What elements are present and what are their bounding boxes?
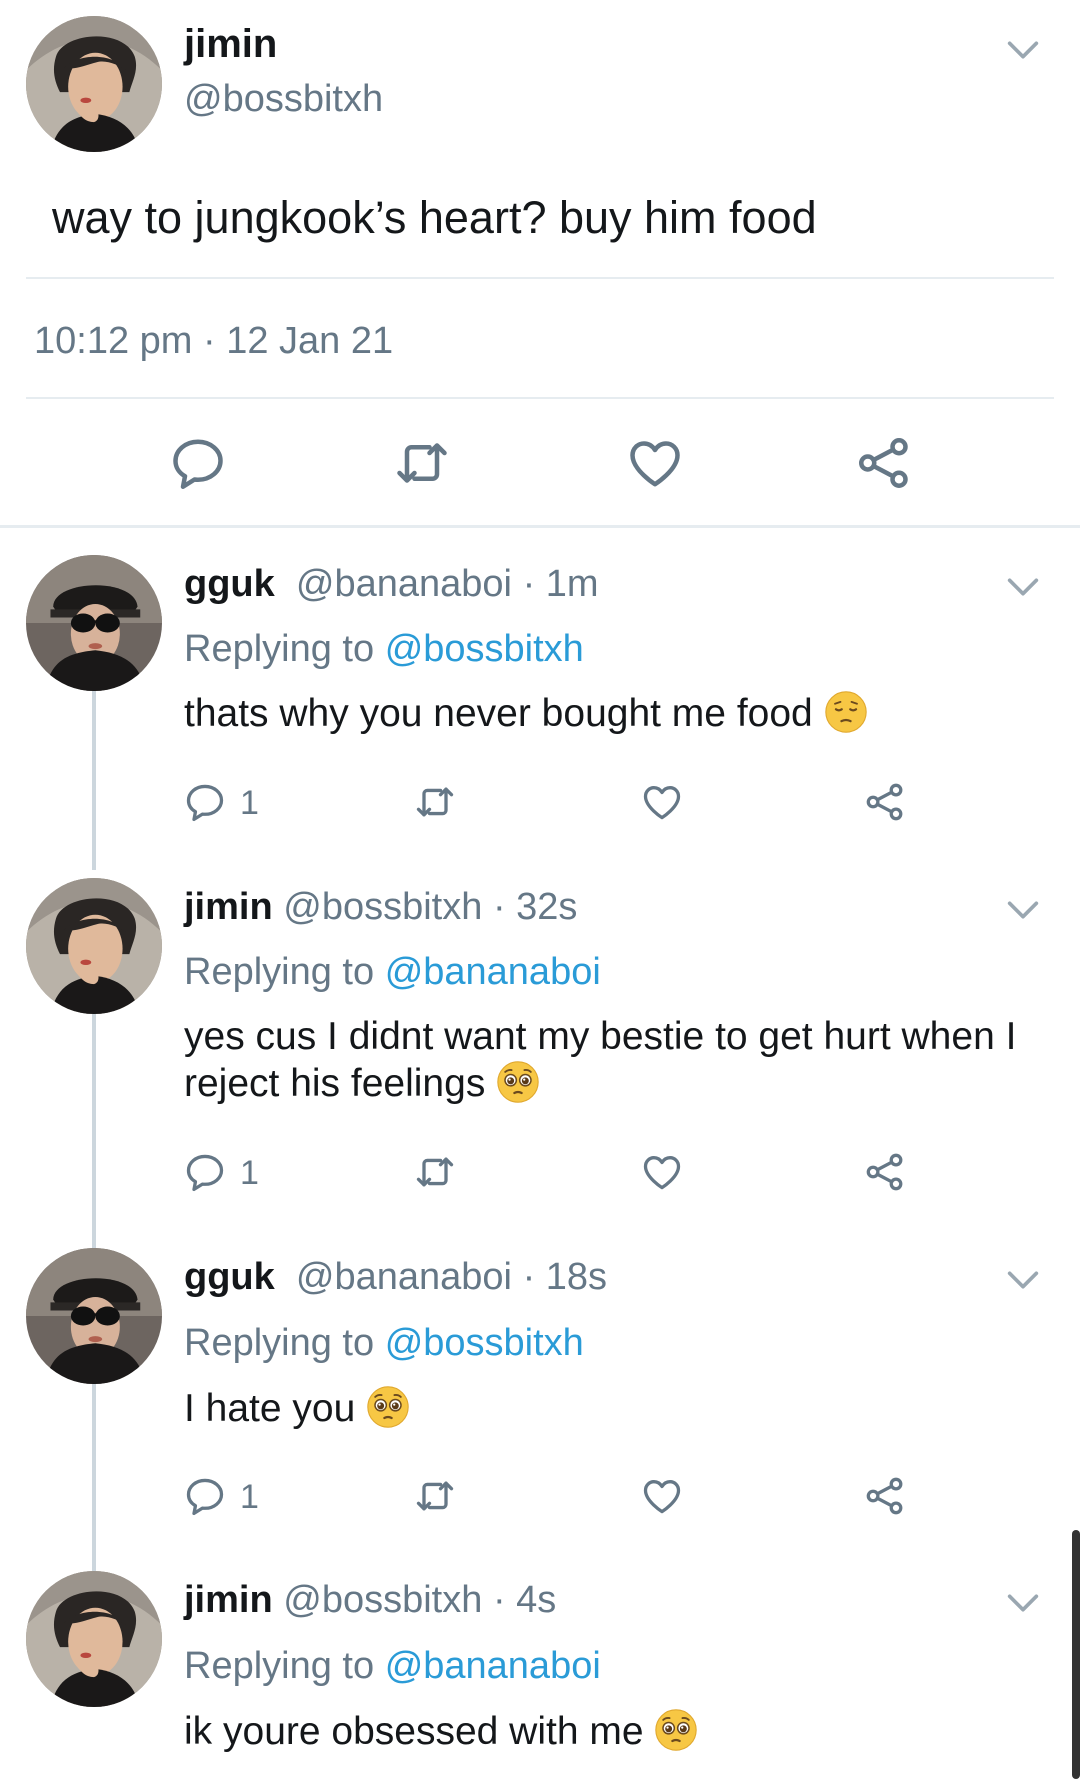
replying-prefix: Replying to <box>184 951 375 993</box>
avatar-photo-icon <box>26 1571 162 1707</box>
main-tweet-author-handle[interactable]: @bossbitxh <box>184 78 383 121</box>
section-divider <box>0 525 1080 528</box>
like-icon[interactable] <box>640 1150 684 1194</box>
reply-icon[interactable] <box>183 1474 227 1518</box>
replying-mention[interactable]: @bananaboi <box>385 1645 601 1687</box>
retweet-icon[interactable] <box>392 433 452 493</box>
chevron-down-icon[interactable] <box>1003 30 1043 70</box>
divider <box>26 277 1054 279</box>
main-tweet-text: way to jungkook’s heart? buy him food <box>52 192 817 243</box>
replying-to: Replying to @bossbitxh <box>184 1322 584 1365</box>
replying-prefix: Replying to <box>184 628 375 670</box>
reply-avatar[interactable] <box>26 1248 162 1384</box>
retweet-icon[interactable] <box>413 1474 457 1518</box>
thread-line <box>92 1013 96 1253</box>
reply-author-handle[interactable]: @bossbitxh <box>283 1579 482 1621</box>
avatar-photo-icon <box>26 1248 162 1384</box>
reply-text-body: thats why you never bought me food <box>184 692 813 735</box>
retweet-icon[interactable] <box>413 780 457 824</box>
like-icon[interactable] <box>625 433 685 493</box>
replying-to: Replying to @bossbitxh <box>184 628 584 671</box>
like-icon[interactable] <box>640 780 684 824</box>
pleading-face-emoji-icon <box>366 1385 410 1429</box>
replying-to: Replying to @bananaboi <box>184 1645 601 1688</box>
reply-header: gguk @bananaboi · 18s <box>184 1256 607 1299</box>
share-icon[interactable] <box>863 1474 907 1518</box>
chevron-down-icon[interactable] <box>1003 1583 1043 1623</box>
reply-icon[interactable] <box>183 1150 227 1194</box>
share-icon[interactable] <box>863 780 907 824</box>
reply-count: 1 <box>240 1154 259 1192</box>
replying-mention[interactable]: @bananaboi <box>385 951 601 993</box>
reply-author-handle[interactable]: @bossbitxh <box>283 886 482 928</box>
replying-mention[interactable]: @bossbitxh <box>385 628 584 670</box>
reply-header: jimin @bossbitxh · 32s <box>184 886 577 929</box>
reply-author-name[interactable]: gguk <box>184 563 275 605</box>
share-icon[interactable] <box>863 1150 907 1194</box>
replying-prefix: Replying to <box>184 1645 375 1687</box>
avatar-photo-icon <box>26 555 162 691</box>
reply-time: · 18s <box>522 1256 608 1298</box>
reply-avatar[interactable] <box>26 555 162 691</box>
reply-text-body: I hate you <box>184 1387 356 1430</box>
replying-mention[interactable]: @bossbitxh <box>385 1322 584 1364</box>
reply-time: · 32s <box>492 886 578 928</box>
reply-text: ik youre obsessed with me <box>184 1708 1064 1755</box>
reply-count: 1 <box>240 784 259 822</box>
chevron-down-icon[interactable] <box>1003 567 1043 607</box>
reply-author-handle[interactable]: @bananaboi <box>296 563 512 605</box>
reply-author-name[interactable]: gguk <box>184 1256 275 1298</box>
pensive-face-emoji-icon <box>824 690 868 734</box>
main-tweet-timestamp: 10:12 pm · 12 Jan 21 <box>34 320 394 362</box>
main-tweet-avatar[interactable] <box>26 16 162 152</box>
reply-author-name[interactable]: jimin <box>184 1579 273 1621</box>
reply-author-name[interactable]: jimin <box>184 886 273 928</box>
share-icon[interactable] <box>854 433 914 493</box>
reply-avatar[interactable] <box>26 878 162 1014</box>
pleading-face-emoji-icon <box>654 1708 698 1752</box>
thread-line <box>92 1383 96 1573</box>
chevron-down-icon[interactable] <box>1003 1260 1043 1300</box>
reply-time: · 4s <box>492 1579 557 1621</box>
reply-text-body: yes cus I didnt want my bestie to get hu… <box>184 1015 1017 1105</box>
divider <box>26 397 1054 399</box>
main-tweet-author-name[interactable]: jimin <box>184 22 277 67</box>
replying-prefix: Replying to <box>184 1322 375 1364</box>
like-icon[interactable] <box>640 1474 684 1518</box>
reply-icon[interactable] <box>168 433 228 493</box>
chevron-down-icon[interactable] <box>1003 890 1043 930</box>
reply-avatar[interactable] <box>26 1571 162 1707</box>
reply-count: 1 <box>240 1478 259 1516</box>
reply-text-body: ik youre obsessed with me <box>184 1710 644 1753</box>
reply-text: yes cus I didnt want my bestie to get hu… <box>184 1014 1064 1107</box>
scrollbar[interactable] <box>1072 1530 1080 1779</box>
pleading-face-emoji-icon <box>496 1060 540 1104</box>
reply-header: gguk @bananaboi · 1m <box>184 563 599 606</box>
reply-author-handle[interactable]: @bananaboi <box>296 1256 512 1298</box>
reply-icon[interactable] <box>183 780 227 824</box>
reply-time: · 1m <box>522 563 599 605</box>
avatar-photo-icon <box>26 878 162 1014</box>
reply-text: thats why you never bought me food <box>184 690 1064 737</box>
replying-to: Replying to @bananaboi <box>184 951 601 994</box>
avatar-photo-icon <box>26 16 162 152</box>
thread-line <box>92 690 96 870</box>
retweet-icon[interactable] <box>413 1150 457 1194</box>
reply-text: I hate you <box>184 1385 1064 1432</box>
reply-header: jimin @bossbitxh · 4s <box>184 1579 556 1622</box>
